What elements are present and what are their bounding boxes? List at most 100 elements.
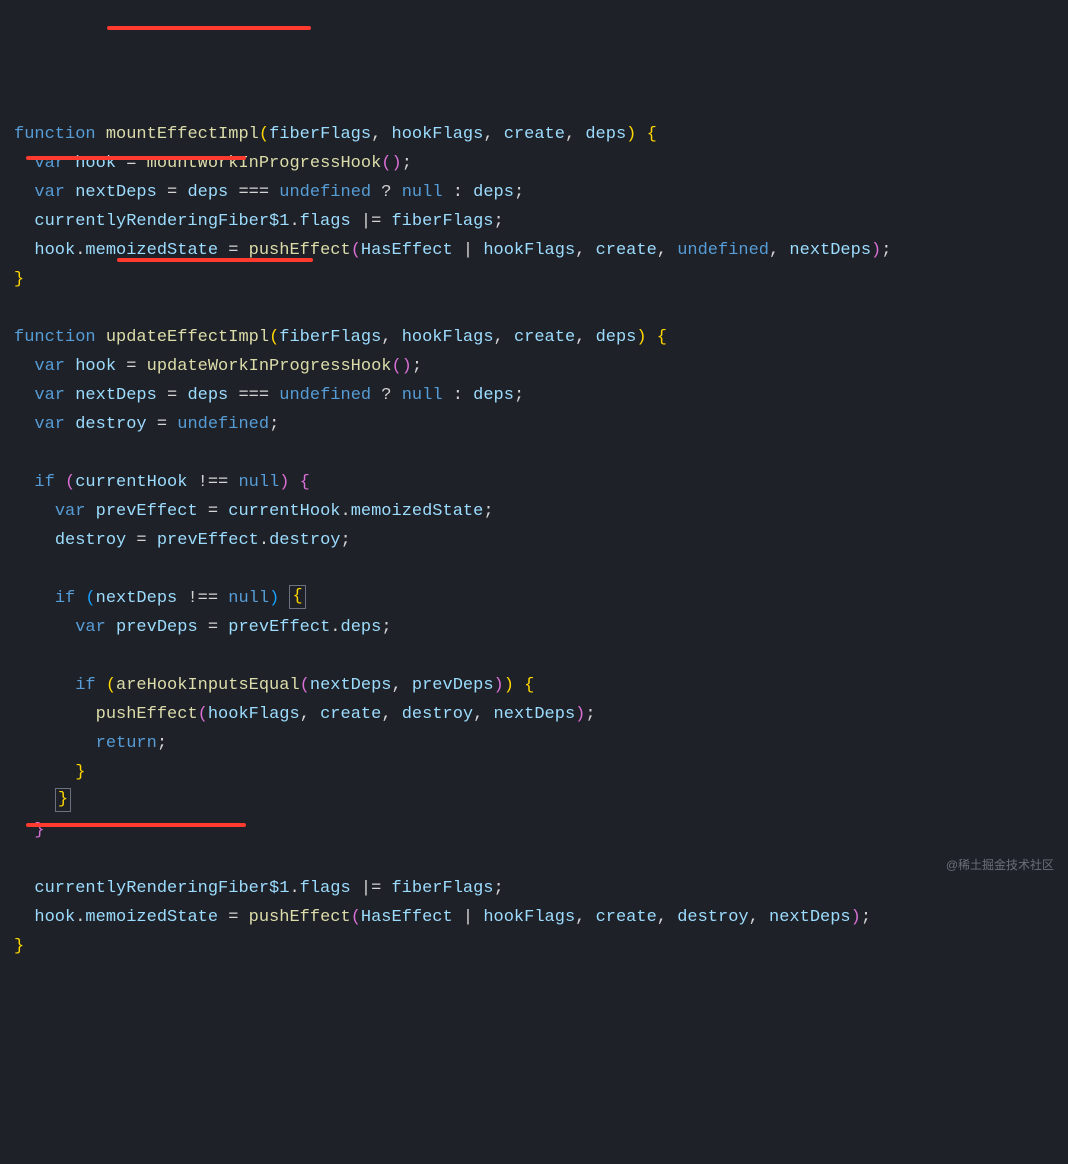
token-kw: var xyxy=(34,357,75,376)
token-op xyxy=(14,241,34,260)
token-fn: updateEffectImpl xyxy=(106,328,269,347)
token-prm: currentHook xyxy=(228,502,340,521)
token-prm: fiberFlags xyxy=(269,125,371,144)
token-kw: var xyxy=(75,618,116,637)
code-block: function mountEffectImpl(fiberFlags, hoo… xyxy=(14,120,1068,961)
token-prm: nextDeps xyxy=(75,183,157,202)
token-br: ) xyxy=(626,125,646,144)
token-prm: fiberFlags xyxy=(279,328,381,347)
code-line xyxy=(14,439,1068,468)
token-op: , xyxy=(300,705,320,724)
token-op xyxy=(14,212,34,231)
token-op: , xyxy=(494,328,514,347)
token-kw: return xyxy=(96,734,157,753)
token-br2: ) xyxy=(494,676,504,695)
code-line: if (currentHook !== null) { xyxy=(14,468,1068,497)
code-line: hook.memoizedState = pushEffect(HasEffec… xyxy=(14,903,1068,932)
token-prm: nextDeps xyxy=(789,241,871,260)
token-op: ; xyxy=(585,705,595,724)
token-op: ; xyxy=(269,415,279,434)
token-const: undefined xyxy=(279,183,371,202)
token-op: ? xyxy=(371,386,402,405)
token-prm: destroy xyxy=(55,531,126,550)
token-prm: deps xyxy=(187,386,228,405)
token-op: , xyxy=(392,676,412,695)
token-op: ; xyxy=(861,908,871,927)
token-prm: hook xyxy=(34,241,75,260)
token-op: ; xyxy=(381,618,391,637)
token-const: null xyxy=(238,473,279,492)
token-prm: create xyxy=(514,328,575,347)
token-op xyxy=(14,502,55,521)
token-prm: nextDeps xyxy=(75,386,157,405)
token-op: , xyxy=(575,241,595,260)
token-op xyxy=(14,734,96,753)
token-op xyxy=(14,850,24,869)
token-prm: hookFlags xyxy=(392,125,484,144)
code-line: var hook = updateWorkInProgressHook(); xyxy=(14,352,1068,381)
code-line: pushEffect(hookFlags, create, destroy, n… xyxy=(14,700,1068,729)
token-op: ; xyxy=(494,879,504,898)
token-prm: deps xyxy=(585,125,626,144)
token-br: ( xyxy=(106,676,116,695)
token-op: ? xyxy=(371,183,402,202)
token-op: ; xyxy=(494,212,504,231)
code-line: if (nextDeps !== null) { xyxy=(14,584,1068,613)
token-br: } xyxy=(14,270,24,289)
code-line: var nextDeps = deps === undefined ? null… xyxy=(14,178,1068,207)
token-prm: prevDeps xyxy=(412,676,494,695)
token-prm: create xyxy=(596,908,657,927)
token-op: . xyxy=(289,879,299,898)
token-prop: memoizedState xyxy=(85,908,218,927)
code-line: } xyxy=(14,265,1068,294)
code-line: destroy = prevEffect.destroy; xyxy=(14,526,1068,555)
token-op xyxy=(14,908,34,927)
token-prm: hook xyxy=(75,357,116,376)
token-prm: HasEffect xyxy=(361,908,453,927)
token-prm: destroy xyxy=(75,415,146,434)
token-kw: if xyxy=(75,676,106,695)
token-op: , xyxy=(371,125,391,144)
token-kw: var xyxy=(34,415,75,434)
token-br: { xyxy=(657,328,667,347)
token-op: !== xyxy=(187,473,238,492)
token-br2: ( xyxy=(351,908,361,927)
red-underline xyxy=(26,156,246,160)
token-op: === xyxy=(228,386,279,405)
token-prop: destroy xyxy=(269,531,340,550)
token-op: ; xyxy=(514,386,524,405)
token-prm: prevEffect xyxy=(157,531,259,550)
token-op xyxy=(14,473,34,492)
token-op xyxy=(14,792,55,811)
token-prop: deps xyxy=(341,618,382,637)
code-line: var prevEffect = currentHook.memoizedSta… xyxy=(14,497,1068,526)
token-prop: flags xyxy=(300,879,351,898)
code-line: } xyxy=(14,758,1068,787)
token-op: | xyxy=(453,241,484,260)
code-line: var hook = mountWorkInProgressHook(); xyxy=(14,149,1068,178)
token-op: : xyxy=(443,183,474,202)
token-op: ; xyxy=(341,531,351,550)
token-const: null xyxy=(402,386,443,405)
token-prm: hookFlags xyxy=(483,241,575,260)
token-op: |= xyxy=(351,212,392,231)
token-prm: create xyxy=(320,705,381,724)
code-line: } xyxy=(14,787,1068,816)
token-kw: if xyxy=(55,589,86,608)
token-op: ; xyxy=(514,183,524,202)
code-line: if (areHookInputsEqual(nextDeps, prevDep… xyxy=(14,671,1068,700)
token-box: { xyxy=(289,585,305,609)
token-prm: deps xyxy=(473,183,514,202)
token-op: = xyxy=(218,908,249,927)
token-const: null xyxy=(228,589,269,608)
token-op: === xyxy=(228,183,279,202)
watermark-text: @稀土掘金技术社区 xyxy=(946,851,1054,880)
code-line: var prevDeps = prevEffect.deps; xyxy=(14,613,1068,642)
token-br: } xyxy=(75,763,85,782)
token-fn: mountEffectImpl xyxy=(106,125,259,144)
code-line: function updateEffectImpl(fiberFlags, ho… xyxy=(14,323,1068,352)
token-op: , xyxy=(381,705,401,724)
token-op: , xyxy=(575,328,595,347)
token-op: = xyxy=(116,357,147,376)
token-op xyxy=(14,386,34,405)
